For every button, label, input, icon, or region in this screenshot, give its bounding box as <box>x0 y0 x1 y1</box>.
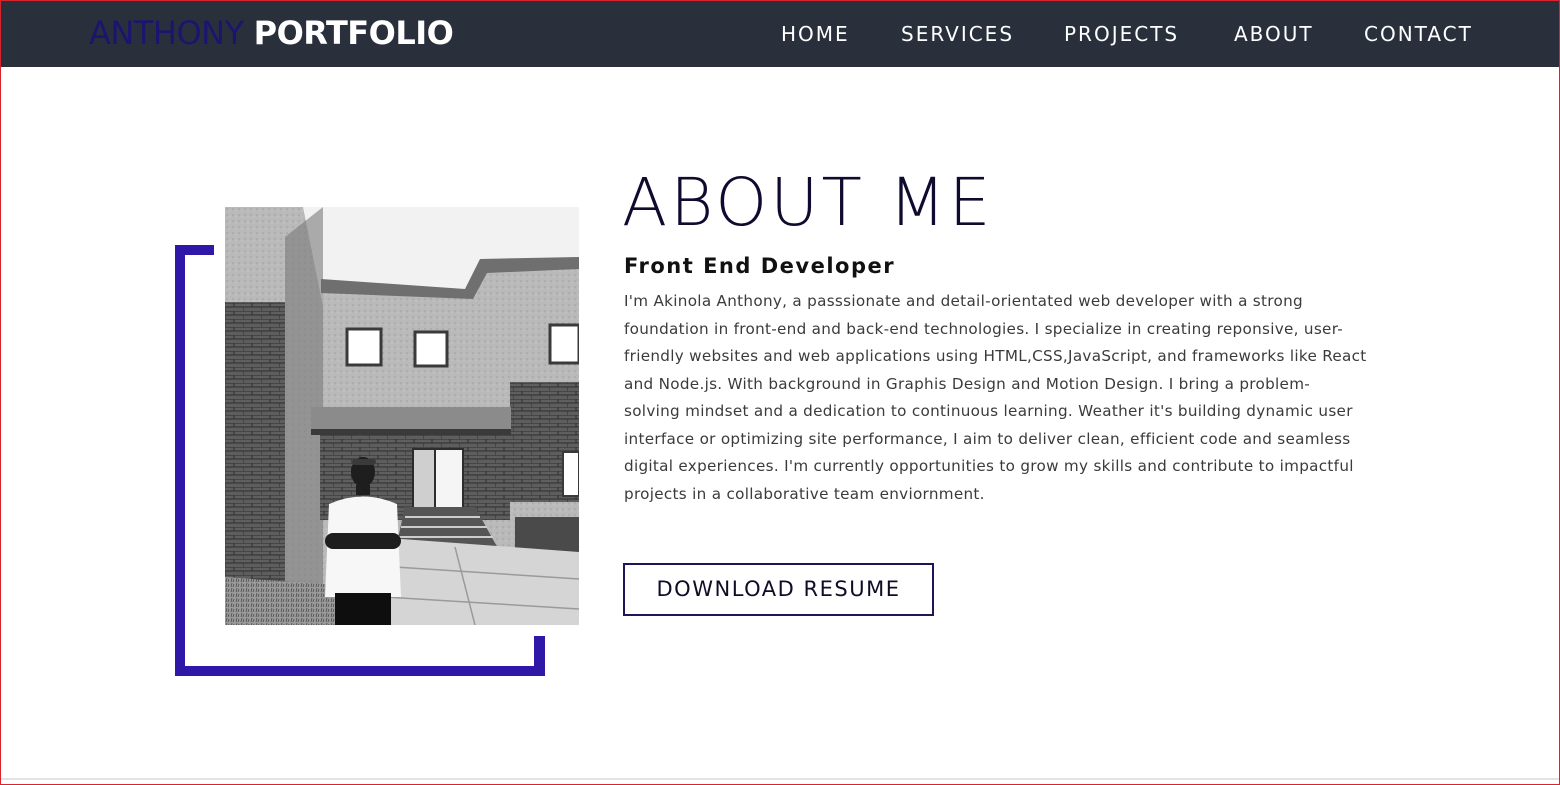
bio-line: friendly websites and web applications u… <box>624 347 1367 365</box>
download-resume-button[interactable]: DOWNLOAD RESUME <box>623 563 934 616</box>
nav-contact-link[interactable]: CONTACT <box>1364 21 1473 47</box>
bio-line: foundation in front-end and back-end tec… <box>624 319 1344 338</box>
bio-line: projects in a collaborative team enviorn… <box>624 484 985 503</box>
bio-line: solving mindset and a dedication to cont… <box>624 402 1353 420</box>
nav-services-link[interactable]: SERVICES <box>901 21 1014 47</box>
top-navbar: ANTHONY PORTFOLIO HOME SERVICES PROJECTS … <box>0 0 1560 67</box>
bio-line: digital experiences. I'm currently oppor… <box>624 457 1354 475</box>
brand-first-word: ANTHONY <box>89 14 244 52</box>
profile-photo <box>225 207 579 625</box>
bio-line: and Node.js. With background in Graphis … <box>624 374 1311 393</box>
nav-home-link[interactable]: HOME <box>781 21 850 47</box>
about-title: ABOUT ME <box>622 164 994 241</box>
section-divider <box>0 778 1560 780</box>
bio-line: I'm Akinola Anthony, a passsionate and d… <box>624 292 1303 310</box>
about-bio: I'm Akinola Anthony, a passsionate and d… <box>624 288 1404 508</box>
brand-second-word: PORTFOLIO <box>253 14 454 52</box>
brand-logo[interactable]: ANTHONY PORTFOLIO <box>89 13 454 53</box>
nav-about-link[interactable]: ABOUT <box>1234 21 1314 47</box>
nav-projects-link[interactable]: PROJECTS <box>1064 21 1179 47</box>
about-subtitle: Front End Developer <box>624 254 896 278</box>
bio-line: interface or optimizing site performance… <box>624 429 1351 448</box>
